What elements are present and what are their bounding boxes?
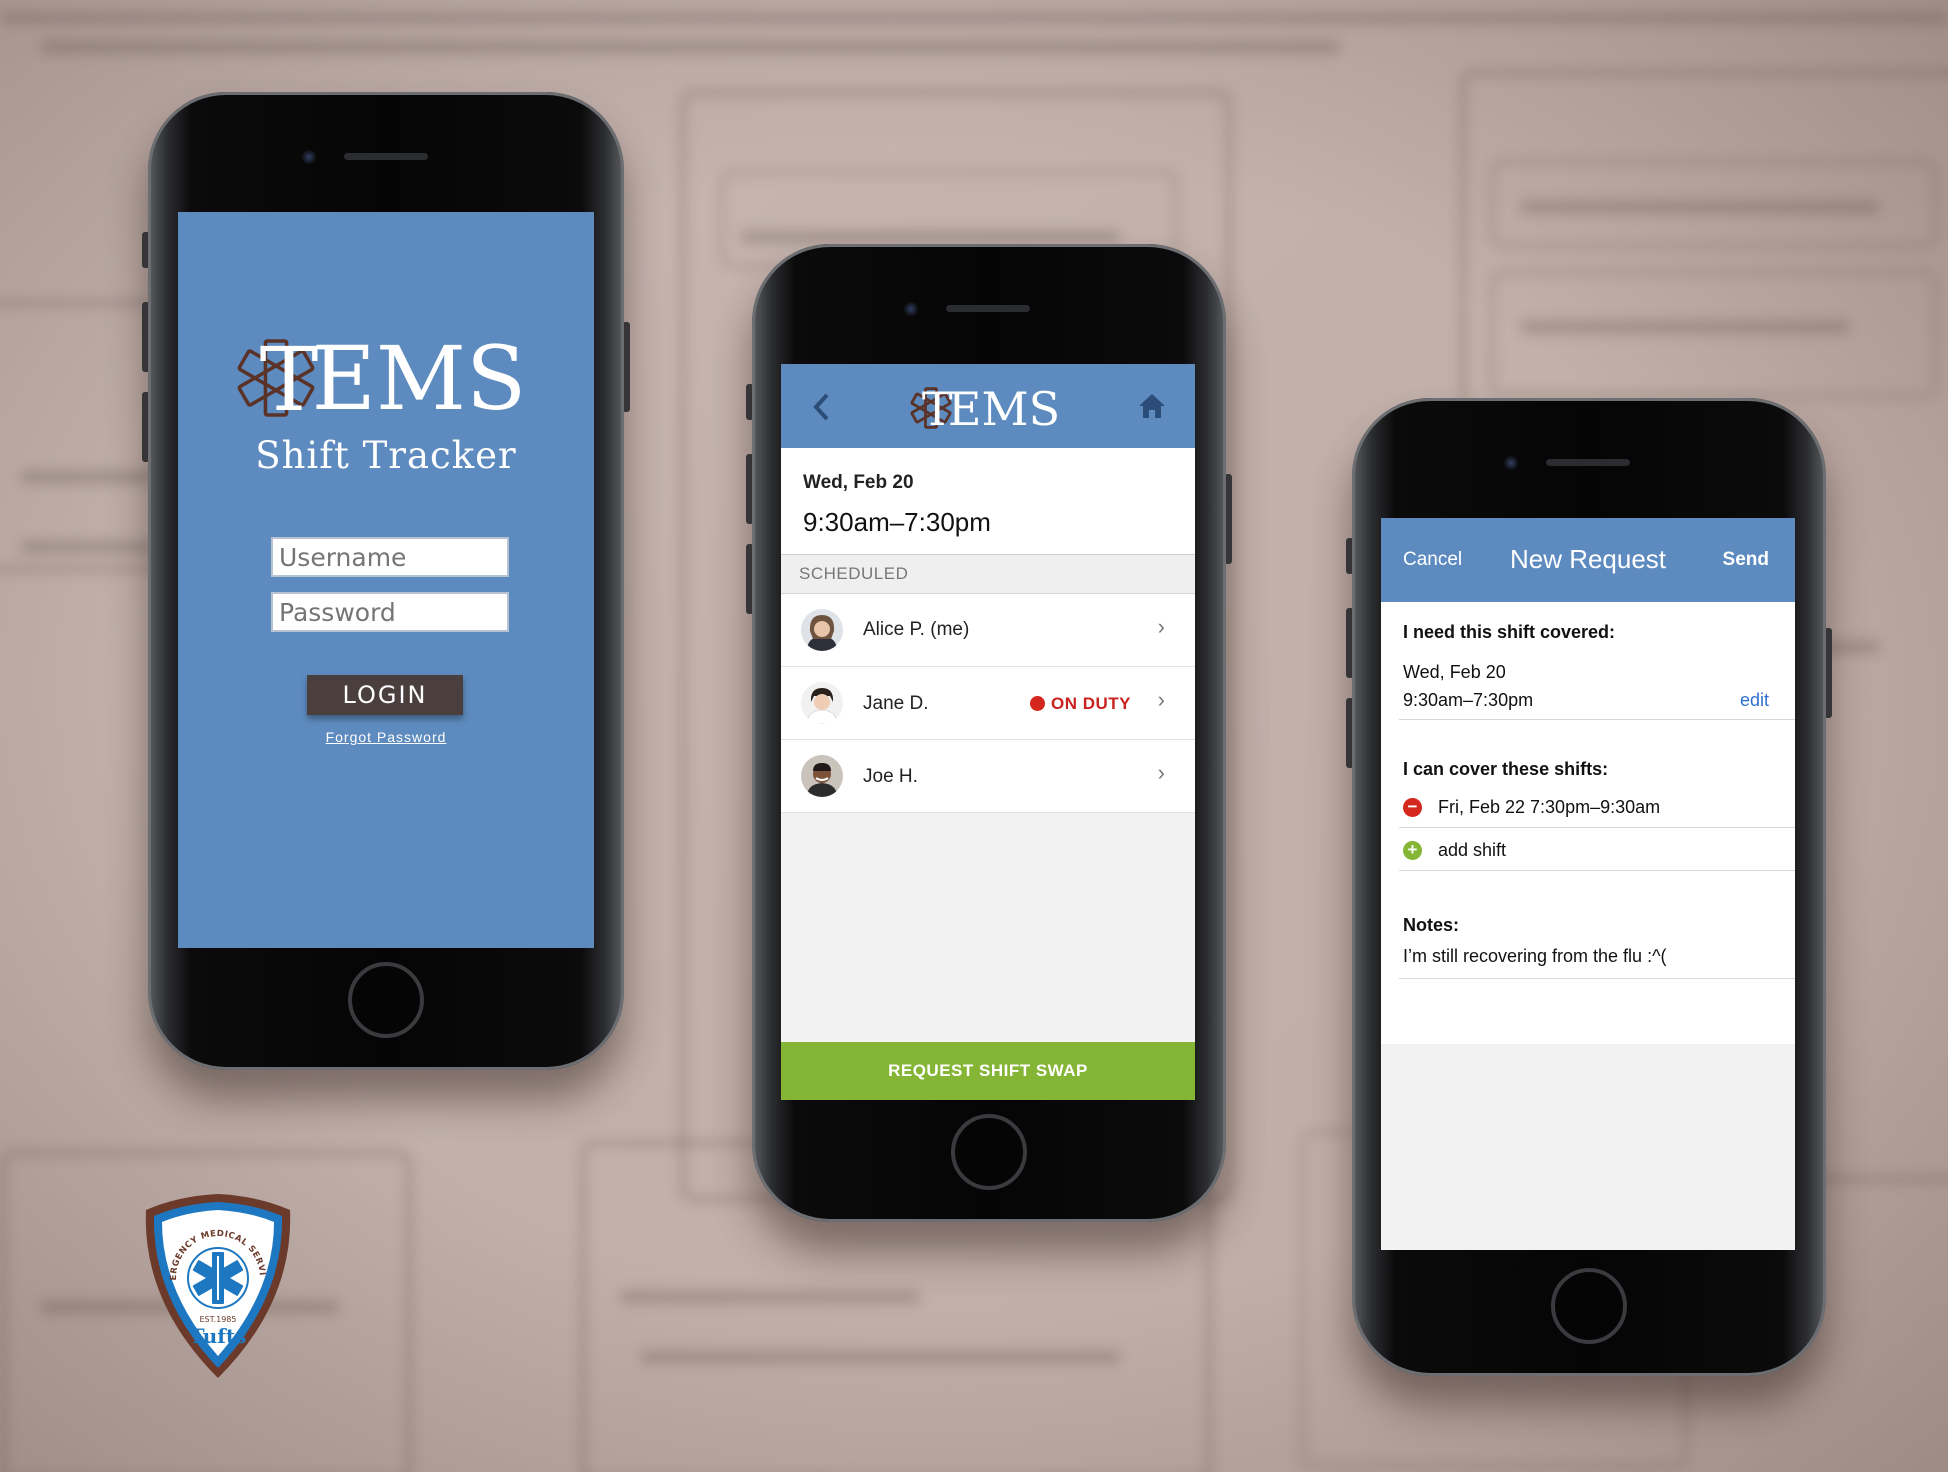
list-item-person[interactable]: Joe H. ›	[781, 740, 1195, 813]
remove-shift-icon[interactable]: −	[1403, 798, 1422, 817]
phone-shift-detail: T EMS Wed, Feb 20 9:30am–7:30pm SCHEDULE…	[746, 244, 1232, 1222]
tufts-ems-badge: EMERGENCY MEDICAL SERVICES EST.1985 Tuft…	[136, 1185, 296, 1380]
shift-detail-screen: T EMS Wed, Feb 20 9:30am–7:30pm SCHEDULE…	[781, 364, 1195, 1100]
speaker-grille	[946, 305, 1030, 312]
app-logo: T EMS	[178, 334, 594, 424]
speaker-grille	[344, 153, 428, 160]
cover-shift-item: Fri, Feb 22 7:30pm–9:30am	[1438, 797, 1661, 817]
notes-field[interactable]: I’m still recovering from the flu :^(	[1403, 946, 1667, 967]
status-badge-label: ON DUTY	[1051, 694, 1131, 713]
avatar	[801, 682, 843, 724]
avatar	[801, 755, 843, 797]
notes-label: Notes:	[1403, 915, 1460, 935]
request-shift-swap-button[interactable]: REQUEST SHIFT SWAP	[781, 1042, 1195, 1100]
empty-form-area	[1381, 1044, 1795, 1250]
badge-est: EST.1985	[200, 1315, 237, 1324]
password-input[interactable]	[271, 592, 509, 632]
front-camera-icon	[1504, 456, 1518, 470]
need-covered-label: I need this shift covered:	[1403, 622, 1616, 642]
home-button[interactable]	[951, 1114, 1027, 1190]
forgot-password-link[interactable]: Forgot Password	[178, 729, 594, 745]
empty-list-area	[781, 813, 1195, 1042]
logo-text: EMS	[311, 327, 527, 430]
chevron-right-icon: ›	[1157, 687, 1165, 712]
app-subtitle: Shift Tracker	[255, 434, 517, 477]
send-button[interactable]: Send	[1723, 549, 1769, 571]
badge-name: Tufts	[190, 1324, 247, 1348]
need-covered-date: Wed, Feb 20	[1403, 662, 1506, 682]
person-name: Alice P. (me)	[863, 619, 970, 640]
login-screen: T EMS Shift Tracker LOGIN Forgot Passwor…	[178, 212, 594, 948]
logo-letter-t: T	[921, 382, 953, 436]
list-item-person[interactable]: Alice P. (me) ›	[781, 594, 1195, 667]
phone-new-request: Cancel New Request Send I need this shif…	[1346, 398, 1832, 1376]
can-cover-label: I can cover these shifts:	[1403, 759, 1609, 779]
speaker-grille	[1546, 459, 1630, 466]
login-button[interactable]: LOGIN	[307, 675, 463, 715]
nav-bar: T EMS	[781, 364, 1195, 448]
logo-letter-t: T	[259, 328, 319, 431]
section-header-scheduled: SCHEDULED	[781, 554, 1195, 594]
person-name: Joe H.	[863, 766, 918, 787]
avatar	[801, 609, 843, 651]
home-icon[interactable]	[1137, 392, 1167, 420]
logo-text: EMS	[947, 382, 1061, 436]
front-camera-icon	[302, 150, 316, 164]
need-covered-time: 9:30am–7:30pm	[1403, 690, 1534, 710]
home-button[interactable]	[1551, 1268, 1627, 1344]
status-badge: ON DUTY	[1030, 694, 1131, 714]
shift-time: 9:30am–7:30pm	[803, 507, 991, 537]
list-item-person[interactable]: Jane D. ON DUTY ›	[781, 667, 1195, 740]
status-dot-icon	[1030, 696, 1045, 711]
divider	[1399, 870, 1795, 871]
chevron-right-icon: ›	[1157, 614, 1165, 639]
front-camera-icon	[904, 302, 918, 316]
app-logo: T EMS	[781, 384, 1195, 434]
home-button[interactable]	[348, 962, 424, 1038]
divider	[1399, 978, 1795, 979]
phone-login: T EMS Shift Tracker LOGIN Forgot Passwor…	[142, 92, 630, 1070]
shift-date: Wed, Feb 20	[803, 472, 914, 493]
nav-bar: Cancel New Request Send	[1381, 518, 1795, 602]
add-shift-icon[interactable]: +	[1403, 841, 1422, 860]
edit-link[interactable]: edit	[1740, 690, 1769, 711]
person-name: Jane D.	[863, 693, 929, 714]
divider	[1399, 719, 1795, 720]
username-input[interactable]	[271, 537, 509, 577]
new-request-screen: Cancel New Request Send I need this shif…	[1381, 518, 1795, 1250]
chevron-right-icon: ›	[1157, 760, 1165, 785]
add-shift-button[interactable]: add shift	[1438, 840, 1506, 861]
divider	[1399, 827, 1795, 828]
